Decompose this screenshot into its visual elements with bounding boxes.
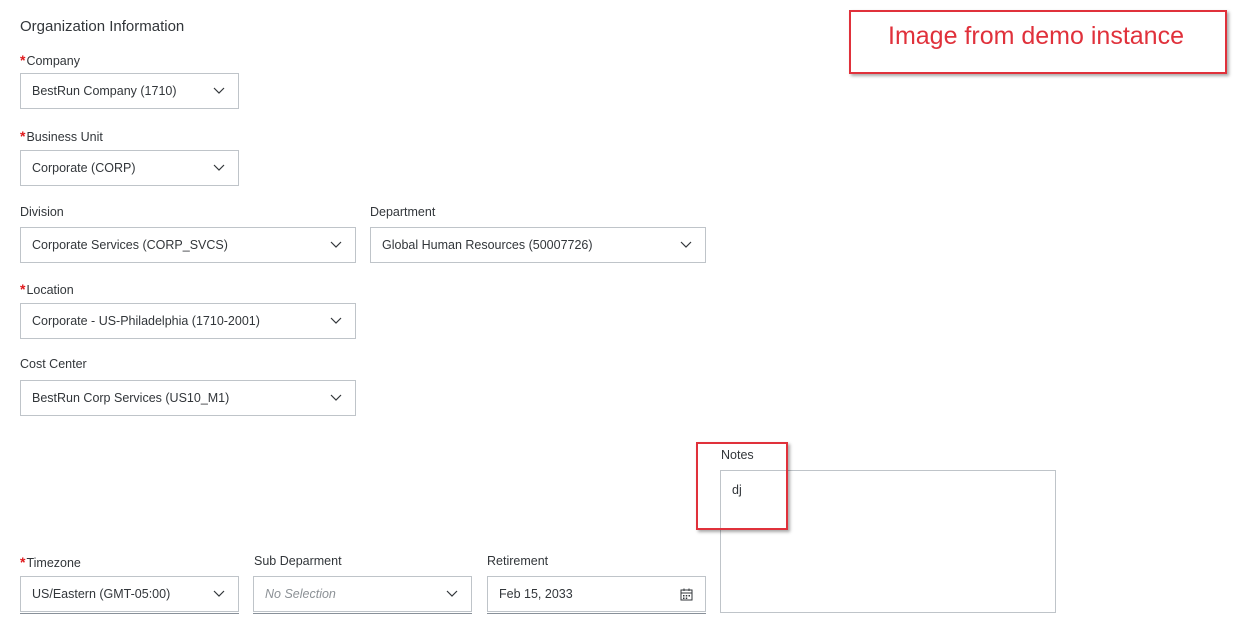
chevron-down-icon [327, 389, 345, 407]
division-value: Corporate Services (CORP_SVCS) [32, 238, 228, 252]
retirement-label: Retirement [487, 554, 549, 568]
department-label: Department [370, 205, 436, 219]
location-label: *Location [20, 281, 74, 297]
cost-center-value: BestRun Corp Services (US10_M1) [32, 391, 230, 405]
cost-center-label: Cost Center [20, 357, 87, 371]
required-asterisk: * [20, 281, 26, 297]
cost-center-select[interactable]: BestRun Corp Services (US10_M1) [20, 380, 356, 416]
chevron-down-icon [210, 159, 228, 177]
notes-annotation-box [696, 442, 788, 530]
sub-department-select[interactable]: No Selection [253, 576, 472, 612]
sub-department-placeholder: No Selection [265, 587, 336, 601]
business-unit-select[interactable]: Corporate (CORP) [20, 150, 239, 186]
business-unit-value: Corporate (CORP) [32, 161, 136, 175]
company-value: BestRun Company (1710) [32, 84, 177, 98]
timezone-value: US/Eastern (GMT-05:00) [32, 587, 171, 601]
chevron-down-icon [327, 236, 345, 254]
chevron-down-icon [443, 585, 461, 603]
chevron-down-icon [327, 312, 345, 330]
department-select[interactable]: Global Human Resources (50007726) [370, 227, 706, 263]
required-asterisk: * [20, 554, 26, 570]
company-select[interactable]: BestRun Company (1710) [20, 73, 239, 109]
company-label: *Company [20, 52, 80, 68]
location-value: Corporate - US-Philadelphia (1710-2001) [32, 314, 260, 328]
business-unit-label: *Business Unit [20, 128, 103, 144]
department-value: Global Human Resources (50007726) [382, 238, 593, 252]
required-asterisk: * [20, 52, 26, 68]
retirement-date-field[interactable]: Feb 15, 2033 [487, 576, 706, 612]
sub-department-label: Sub Deparment [254, 554, 342, 568]
retirement-underline [487, 613, 706, 614]
timezone-underline [20, 613, 239, 614]
timezone-label: *Timezone [20, 554, 81, 570]
calendar-icon[interactable] [677, 585, 695, 603]
demo-annotation-text: Image from demo instance [888, 22, 1184, 50]
chevron-down-icon [210, 82, 228, 100]
retirement-value: Feb 15, 2033 [499, 587, 573, 601]
required-asterisk: * [20, 128, 26, 144]
section-title: Organization Information [20, 18, 185, 35]
chevron-down-icon [677, 236, 695, 254]
timezone-select[interactable]: US/Eastern (GMT-05:00) [20, 576, 239, 612]
division-select[interactable]: Corporate Services (CORP_SVCS) [20, 227, 356, 263]
chevron-down-icon [210, 585, 228, 603]
location-select[interactable]: Corporate - US-Philadelphia (1710-2001) [20, 303, 356, 339]
sub-department-underline [253, 613, 472, 614]
division-label: Division [20, 205, 64, 219]
